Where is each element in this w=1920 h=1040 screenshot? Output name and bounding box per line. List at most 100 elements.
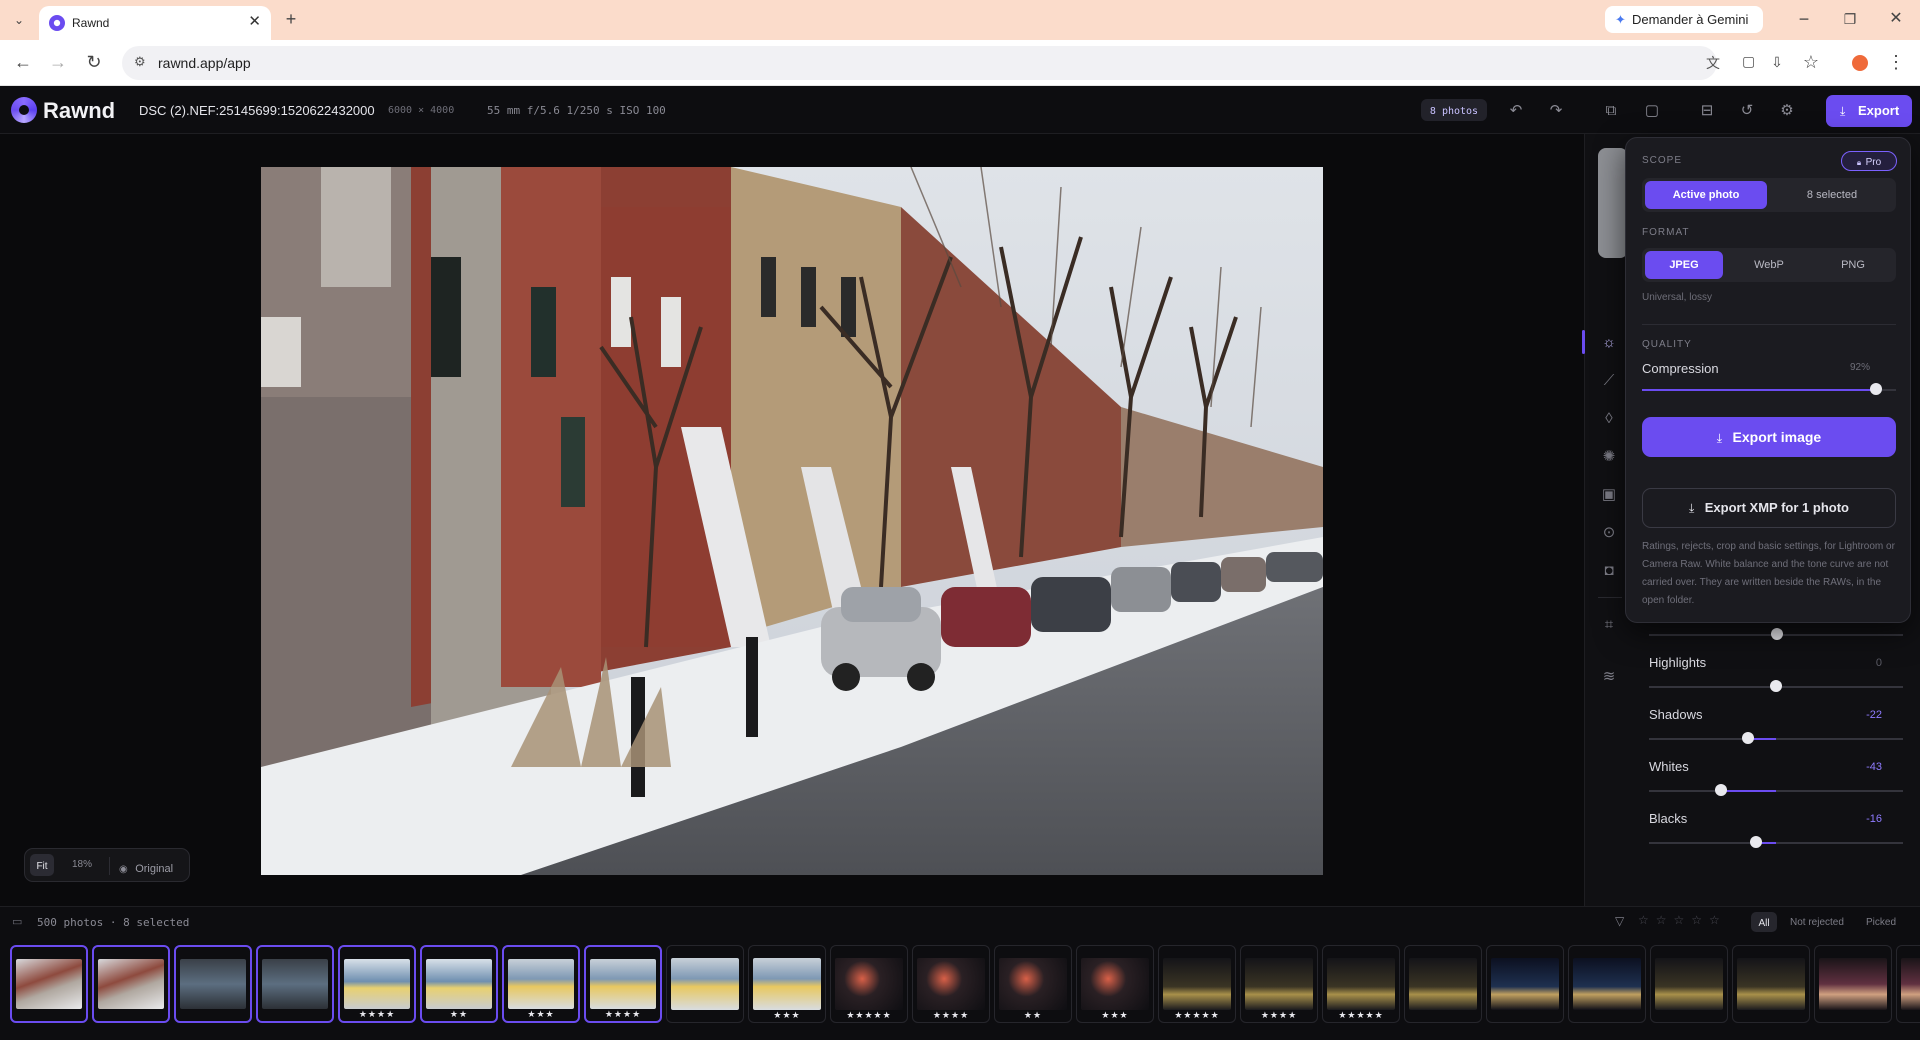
pro-badge[interactable]: 🔒︎ Pro <box>1841 151 1897 171</box>
filmstrip-thumbnail[interactable]: ★★★ <box>748 945 826 1023</box>
photos-count-badge[interactable]: 8 photos <box>1421 99 1487 121</box>
adjustment-slider-knob[interactable] <box>1749 836 1762 848</box>
scope-selected-photos[interactable]: 8 selected <box>1771 181 1893 209</box>
browser-tab-strip: ⌄ Rawnd ✕ + ✦ Demander à Gemini − ❐ ✕ <box>0 0 1920 40</box>
filmstrip-thumbnail[interactable] <box>1404 945 1482 1023</box>
filmstrip-thumbnail[interactable] <box>1568 945 1646 1023</box>
filmstrip-thumbnail[interactable]: ★★ <box>420 945 498 1023</box>
filmstrip-thumbnail[interactable] <box>92 945 170 1023</box>
scope-active-photo[interactable]: Active photo <box>1645 181 1767 209</box>
adjustment-slider-track[interactable] <box>1649 842 1903 844</box>
filmstrip-thumbnail[interactable]: ★★★★★ <box>1322 945 1400 1023</box>
settings-gear-icon[interactable]: ⚙ <box>1777 101 1797 121</box>
close-icon[interactable]: ✕ <box>248 12 261 30</box>
curve-icon[interactable]: ⟋ <box>1598 370 1620 392</box>
filter-tab-picked[interactable]: Picked <box>1866 917 1896 928</box>
translate-icon[interactable]: 文 <box>1706 53 1720 73</box>
crop-icon[interactable]: ⌗ <box>1598 614 1620 636</box>
filter-funnel-icon[interactable]: ▽ <box>1615 914 1624 928</box>
filmstrip-thumbnail[interactable] <box>1814 945 1892 1023</box>
format-hint: Universal, lossy <box>1642 292 1713 303</box>
filmstrip-thumbnail[interactable] <box>10 945 88 1023</box>
adjustment-slider-track[interactable] <box>1649 790 1903 792</box>
back-icon[interactable]: ← <box>12 52 34 72</box>
gemini-button[interactable]: ✦ Demander à Gemini <box>1605 6 1763 33</box>
filmstrip-thumbnail[interactable]: ★★ <box>994 945 1072 1023</box>
format-png[interactable]: PNG <box>1814 251 1892 279</box>
site-info-icon[interactable]: ⚙ <box>134 54 146 70</box>
adjustment-value[interactable]: -43 <box>1842 761 1882 773</box>
adjustment-slider-knob[interactable] <box>1742 732 1755 744</box>
filmstrip-thumbnail[interactable]: ★★★ <box>1076 945 1154 1023</box>
eye-icon: ◉ <box>119 864 128 875</box>
reset-icon[interactable]: ↺ <box>1737 101 1757 121</box>
file-name: DSC (2).NEF:25145699:1520622432000 <box>139 103 375 118</box>
fit-button[interactable]: Fit <box>30 854 54 876</box>
window-close-icon[interactable]: ✕ <box>1885 9 1907 29</box>
page-icon[interactable]: ▢ <box>1742 53 1755 70</box>
zoom-percent[interactable]: 18% <box>72 859 92 870</box>
filter-tab-all[interactable]: All <box>1751 912 1777 932</box>
browser-menu-icon[interactable]: ⋮ <box>1885 52 1907 72</box>
filmstrip-thumbnail[interactable]: ★★★★ <box>912 945 990 1023</box>
profile-avatar[interactable] <box>1852 55 1868 71</box>
filmstrip-thumbnail[interactable]: ★★★ <box>502 945 580 1023</box>
color-drop-icon[interactable]: ◊ <box>1598 408 1620 430</box>
export-button[interactable]: ⤓ Export <box>1826 95 1912 127</box>
filmstrip-thumbnail[interactable] <box>1732 945 1810 1023</box>
undo-icon[interactable]: ↶ <box>1506 101 1526 121</box>
focus-icon[interactable]: ⊙ <box>1598 522 1620 544</box>
filmstrip-thumbnail[interactable]: ★★★★★ <box>830 945 908 1023</box>
filmstrip-thumbnail[interactable]: ★★★★ <box>338 945 416 1023</box>
filmstrip-toggle-icon[interactable]: ▭ <box>12 915 22 928</box>
reload-icon[interactable]: ↻ <box>83 52 105 72</box>
filmstrip-thumbnail[interactable] <box>1896 945 1920 1023</box>
filmstrip-thumbnail[interactable]: ★★★★ <box>584 945 662 1023</box>
adjustment-value[interactable]: -22 <box>1842 709 1882 721</box>
paste-settings-icon[interactable]: ▢ <box>1642 101 1662 121</box>
active-photo[interactable] <box>261 167 1323 875</box>
format-jpeg[interactable]: JPEG <box>1645 251 1723 279</box>
export-xmp-button[interactable]: ⤓ Export XMP for 1 photo <box>1642 488 1896 528</box>
adjustment-label: Shadows <box>1649 707 1703 722</box>
bookmark-star-icon[interactable]: ☆ <box>1800 52 1822 72</box>
filmstrip-thumbnail[interactable]: ★★★★ <box>1240 945 1318 1023</box>
compression-knob[interactable] <box>1870 383 1882 395</box>
adjustment-slider-track[interactable] <box>1649 738 1903 740</box>
adjustment-slider-knob[interactable] <box>1770 680 1782 692</box>
filmstrip-thumbnail[interactable]: ★★★★★ <box>1158 945 1236 1023</box>
filter-tab-not-rejected[interactable]: Not rejected <box>1790 917 1844 928</box>
new-tab-icon[interactable]: + <box>280 9 302 29</box>
filmstrip-thumbnail[interactable] <box>666 945 744 1023</box>
original-toggle[interactable]: ◉ Original <box>119 859 173 877</box>
tab-list-chevron-icon[interactable]: ⌄ <box>8 10 30 30</box>
folder-icon[interactable]: ⊟ <box>1697 101 1717 121</box>
quality-label: QUALITY <box>1642 339 1692 350</box>
redo-icon[interactable]: ↷ <box>1546 101 1566 121</box>
filmstrip-thumbnail[interactable] <box>256 945 334 1023</box>
thumbnail-image <box>835 958 903 1010</box>
light-adjust-icon[interactable]: ☼ <box>1598 332 1620 354</box>
minimize-icon[interactable]: − <box>1793 9 1815 29</box>
filmstrip-thumbnail[interactable] <box>174 945 252 1023</box>
restore-icon[interactable]: ❐ <box>1839 9 1861 29</box>
url-field[interactable]: ⚙ rawnd.app/app 文 ▢ <box>122 46 1755 80</box>
copy-settings-icon[interactable]: ⧉ <box>1601 101 1621 121</box>
browser-tab-rawnd[interactable]: Rawnd ✕ <box>39 6 271 40</box>
filmstrip-thumbnail[interactable] <box>1486 945 1564 1023</box>
export-image-button[interactable]: ⤓ Export image <box>1642 417 1896 457</box>
install-app-icon[interactable]: ⇩ <box>1766 52 1788 72</box>
color-wheel-icon[interactable]: ✺ <box>1598 446 1620 468</box>
image-detail-icon[interactable]: ▣ <box>1598 484 1620 506</box>
thumbnail-image <box>671 958 739 1010</box>
format-webp[interactable]: WebP <box>1730 251 1808 279</box>
forward-icon[interactable]: → <box>47 52 69 72</box>
layers-icon[interactable]: ≋ <box>1598 666 1620 688</box>
adjustment-value[interactable]: 0 <box>1842 657 1882 669</box>
thumbnail-image <box>1491 958 1559 1010</box>
rating-filter-stars[interactable]: ☆☆☆☆☆ <box>1638 913 1727 927</box>
filmstrip-thumbnail[interactable] <box>1650 945 1728 1023</box>
camera-icon[interactable]: ◘ <box>1598 560 1620 582</box>
adjustment-value[interactable]: -16 <box>1842 813 1882 825</box>
slider-knob[interactable] <box>1771 628 1783 640</box>
